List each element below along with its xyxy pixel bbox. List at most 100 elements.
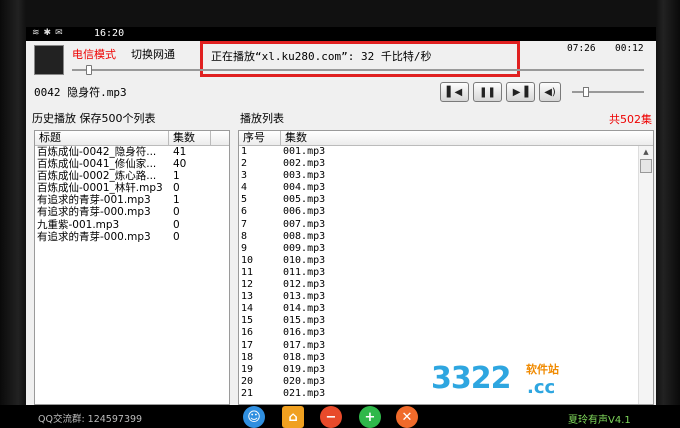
playlist-row[interactable]: 2 002.mp3 xyxy=(239,158,653,170)
history-row[interactable]: 有追求的青芽-001.mp3 1 xyxy=(35,194,229,206)
playlist-row[interactable]: 1 001.mp3 xyxy=(239,146,653,158)
next-button[interactable]: ▶▐ xyxy=(506,82,535,102)
bezel-right xyxy=(656,0,680,405)
progress-track[interactable] xyxy=(72,69,644,71)
playlist-row-number: 1 xyxy=(241,146,248,157)
playlist-row[interactable]: 16 016.mp3 xyxy=(239,327,653,339)
playlist-row[interactable]: 5 005.mp3 xyxy=(239,194,653,206)
previous-icon: ▌◀ xyxy=(446,86,463,98)
watermark-subtitle: 软件站 xyxy=(526,363,559,376)
watermark-number: 3322 xyxy=(431,361,511,396)
status-time: 16:20 xyxy=(94,28,125,39)
playlist-row-episode: 011.mp3 xyxy=(283,266,326,278)
pause-icon: ❚❚ xyxy=(479,86,496,98)
column-header-number[interactable]: 序号 xyxy=(239,131,281,145)
playlist-row-number: 8 xyxy=(241,230,248,242)
minus-icon[interactable]: − xyxy=(320,406,342,428)
plus-icon[interactable]: + xyxy=(359,406,381,428)
playlist-scrollbar[interactable]: ▲ xyxy=(638,146,653,404)
bezel-top xyxy=(0,0,680,28)
history-list-header: 标题 集数 xyxy=(35,131,229,146)
history-row[interactable]: 百炼成仙-0002_炼心路... 1 xyxy=(35,170,229,182)
playlist-row[interactable]: 10 010.mp3 xyxy=(239,255,653,267)
playlist-row-number: 18 xyxy=(241,351,254,363)
telecom-mode-link[interactable]: 电信模式 xyxy=(72,46,116,62)
home-icon[interactable]: ⌂ xyxy=(282,406,304,428)
history-row-title: 百炼成仙-0041_修仙家... xyxy=(37,158,157,171)
playlist-row[interactable]: 17 017.mp3 xyxy=(239,340,653,352)
history-row[interactable]: 百炼成仙-0042_隐身符... 41 xyxy=(35,146,229,158)
playlist-row[interactable]: 9 009.mp3 xyxy=(239,243,653,255)
pause-button[interactable]: ❚❚ xyxy=(473,82,502,102)
playlist-row[interactable]: 4 004.mp3 xyxy=(239,182,653,194)
column-header-title[interactable]: 标题 xyxy=(35,131,169,145)
bezel-left xyxy=(0,0,26,405)
playlist-row-episode: 013.mp3 xyxy=(283,291,326,303)
playlist-row-number: 21 xyxy=(241,387,254,399)
playlist-row-episode: 004.mp3 xyxy=(283,182,326,194)
history-row-title: 有追求的青芽-001.mp3 xyxy=(37,194,151,207)
watermark-logo: 3322 软件站 .cc xyxy=(431,355,591,405)
playlist-row[interactable]: 11 011.mp3 xyxy=(239,267,653,279)
column-header-episode[interactable]: 集数 xyxy=(281,131,639,145)
playlist-row-episode: 015.mp3 xyxy=(283,315,326,327)
history-row[interactable]: 百炼成仙-0001_林轩.mp3 0 xyxy=(35,182,229,194)
scrollbar-thumb[interactable] xyxy=(640,159,652,173)
history-row[interactable]: 有追求的青芽-000.mp3 0 xyxy=(35,206,229,218)
playlist-row-number: 7 xyxy=(241,218,248,230)
playlist-row[interactable]: 6 006.mp3 xyxy=(239,206,653,218)
volume-button[interactable]: ◀) xyxy=(539,82,561,102)
playlist-row-episode: 010.mp3 xyxy=(283,254,326,266)
playlist-row[interactable]: 13 013.mp3 xyxy=(239,291,653,303)
playlist-row-number: 6 xyxy=(241,206,248,218)
playlist-row-episode: 002.mp3 xyxy=(283,158,326,170)
progress-slider-handle[interactable] xyxy=(86,65,93,75)
history-rows: 百炼成仙-0042_隐身符... 41 百炼成仙-0041_修仙家... 40 百炼成仙… xyxy=(35,146,229,243)
tablet-frame: ≋✱✉ 16:20 电信模式 切换网通 正在播放“xl.ku280.com”: … xyxy=(0,0,680,428)
history-row[interactable]: 有追求的青芽-000.mp3 0 xyxy=(35,231,229,243)
volume-slider-handle[interactable] xyxy=(583,87,590,97)
history-row-count: 0 xyxy=(173,182,180,195)
playlist-row-number: 2 xyxy=(241,158,248,170)
switch-network-link[interactable]: 切换网通 xyxy=(131,46,175,62)
playlist-row[interactable]: 12 012.mp3 xyxy=(239,279,653,291)
history-row[interactable]: 百炼成仙-0041_修仙家... 40 xyxy=(35,158,229,170)
playlist-row-number: 19 xyxy=(241,363,254,375)
current-track-title: 0042 隐身符.mp3 xyxy=(34,86,127,99)
playlist-row[interactable]: 7 007.mp3 xyxy=(239,219,653,231)
history-row-title: 百炼成仙-0042_隐身符... xyxy=(37,146,157,158)
bottom-bar: QQ交流群: 124597399 ☺ ⌂ − + ✕ 夏玲有声V4.1 xyxy=(0,405,680,428)
playlist-row-number: 15 xyxy=(241,315,254,327)
album-art xyxy=(34,45,64,75)
playlist-row[interactable]: 14 014.mp3 xyxy=(239,303,653,315)
playlist-row-episode: 012.mp3 xyxy=(283,279,326,291)
episode-count: 共502集 xyxy=(609,113,652,126)
playlist-row-number: 11 xyxy=(241,266,254,278)
elapsed-time: 07:26 xyxy=(567,43,596,54)
column-header-count[interactable]: 集数 xyxy=(169,131,211,145)
playlist-row-number: 10 xyxy=(241,254,254,266)
history-list[interactable]: 标题 集数 百炼成仙-0042_隐身符... 41 百炼成仙-0041_修仙家...… xyxy=(34,130,230,405)
total-time: 00:12 xyxy=(615,43,644,54)
playlist-row-episode: 001.mp3 xyxy=(283,146,326,157)
close-icon[interactable]: ✕ xyxy=(396,406,418,428)
qq-group-text: QQ交流群: 124597399 xyxy=(38,414,143,425)
playlist-section-title: 播放列表 xyxy=(240,112,284,125)
mail-icon: ✉ xyxy=(55,28,67,38)
history-row[interactable]: 九重紫-001.mp3 0 xyxy=(35,219,229,231)
playlist-row[interactable]: 15 015.mp3 xyxy=(239,315,653,327)
previous-button[interactable]: ▌◀ xyxy=(440,82,469,102)
watermark-domain: .cc xyxy=(527,377,556,398)
playlist-row-number: 5 xyxy=(241,194,248,206)
user-icon[interactable]: ☺ xyxy=(243,406,265,428)
playlist-row-episode: 006.mp3 xyxy=(283,206,326,218)
scroll-up-arrow-icon[interactable]: ▲ xyxy=(639,146,653,158)
playlist-row-episode: 008.mp3 xyxy=(283,230,326,242)
playlist-row-number: 17 xyxy=(241,339,254,351)
playlist-row[interactable]: 3 003.mp3 xyxy=(239,170,653,182)
app-version: 夏玲有声V4.1 xyxy=(568,415,631,426)
history-row-count: 1 xyxy=(173,170,180,183)
playlist-row[interactable]: 8 008.mp3 xyxy=(239,231,653,243)
column-header-spacer xyxy=(211,131,229,145)
bluetooth-icon: ✱ xyxy=(43,28,56,38)
